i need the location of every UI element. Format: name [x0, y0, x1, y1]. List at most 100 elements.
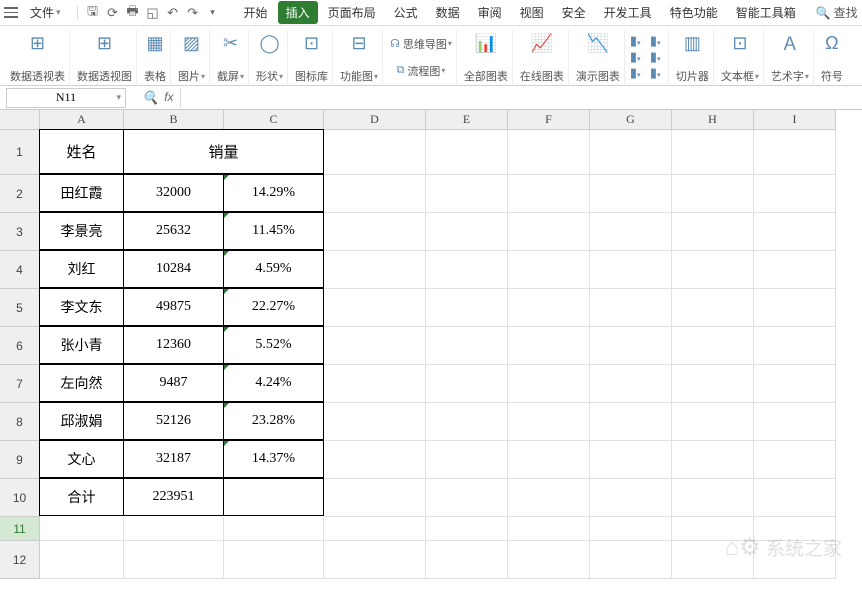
ribbon-group-mind[interactable]: ☊思维导图▾⧉流程图▾	[386, 30, 457, 84]
cell-B5[interactable]: 49875	[123, 288, 224, 326]
menu-tab-3[interactable]: 公式	[386, 1, 426, 24]
cell-empty[interactable]	[508, 130, 590, 175]
cell-C6[interactable]: 5.52%	[223, 326, 324, 364]
cell-empty[interactable]	[508, 479, 590, 517]
row-header-8[interactable]: 8	[0, 403, 40, 441]
cell-B12[interactable]	[124, 541, 224, 579]
cell-empty[interactable]	[508, 403, 590, 441]
menu-tab-0[interactable]: 开始	[236, 1, 276, 24]
row-header-6[interactable]: 6	[0, 327, 40, 365]
cell-F11[interactable]	[508, 517, 590, 541]
cell-C9[interactable]: 14.37%	[223, 440, 324, 478]
ribbon-group-table[interactable]: ▦表格	[140, 30, 171, 84]
preview-icon[interactable]: ◱	[146, 6, 160, 20]
cell-empty[interactable]	[324, 403, 426, 441]
cell-empty[interactable]	[590, 175, 672, 213]
cell-A6[interactable]: 张小青	[39, 326, 124, 364]
cell-E12[interactable]	[426, 541, 508, 579]
menu-tab-1[interactable]: 插入	[278, 1, 318, 24]
ribbon-group-chart-online[interactable]: 📈在线图表	[516, 30, 569, 84]
ribbon-group-screenshot[interactable]: ✂截屏 ▾	[213, 30, 249, 84]
row-header-3[interactable]: 3	[0, 213, 40, 251]
cell-empty[interactable]	[324, 441, 426, 479]
cell-G12[interactable]	[590, 541, 672, 579]
row-header-7[interactable]: 7	[0, 365, 40, 403]
menu-tab-9[interactable]: 特色功能	[662, 1, 726, 24]
cell-empty[interactable]	[754, 441, 836, 479]
ribbon-group-textbox[interactable]: ⊡文本框 ▾	[717, 30, 764, 84]
cell-empty[interactable]	[426, 289, 508, 327]
cell-empty[interactable]	[426, 327, 508, 365]
cell-E11[interactable]	[426, 517, 508, 541]
formula-input[interactable]	[180, 88, 862, 108]
refresh-icon[interactable]: ⟳	[106, 6, 120, 20]
cell-C11[interactable]	[224, 517, 324, 541]
col-header-H[interactable]: H	[672, 110, 754, 130]
cell-empty[interactable]	[590, 365, 672, 403]
cell-empty[interactable]	[590, 441, 672, 479]
row-header-1[interactable]: 1	[0, 130, 40, 175]
menu-tab-6[interactable]: 视图	[512, 1, 552, 24]
col-header-C[interactable]: C	[224, 110, 324, 130]
cell-empty[interactable]	[590, 213, 672, 251]
row-header-11[interactable]: 11	[0, 517, 40, 541]
cell-empty[interactable]	[508, 251, 590, 289]
cell-empty[interactable]	[508, 327, 590, 365]
undo-icon[interactable]: ↶	[166, 6, 180, 20]
cell-A12[interactable]	[40, 541, 124, 579]
col-header-D[interactable]: D	[324, 110, 426, 130]
name-box[interactable]: N11 ▾	[6, 88, 126, 108]
cell-empty[interactable]	[426, 403, 508, 441]
row-header-10[interactable]: 10	[0, 479, 40, 517]
cell-A2[interactable]: 田红霞	[39, 174, 124, 212]
cell-empty[interactable]	[324, 289, 426, 327]
ribbon-group-shapes[interactable]: ◯形状 ▾	[252, 30, 288, 84]
cell-empty[interactable]	[672, 479, 754, 517]
cell-C12[interactable]	[224, 541, 324, 579]
cell-empty[interactable]	[672, 289, 754, 327]
menu-tab-10[interactable]: 智能工具箱	[728, 1, 804, 24]
cell-empty[interactable]	[754, 130, 836, 175]
cell-empty[interactable]	[754, 251, 836, 289]
cell-B1-C1[interactable]: 销量	[123, 129, 324, 174]
col-header-A[interactable]: A	[40, 110, 124, 130]
cell-G11[interactable]	[590, 517, 672, 541]
menu-tab-7[interactable]: 安全	[554, 1, 594, 24]
cell-empty[interactable]	[754, 365, 836, 403]
cell-B11[interactable]	[124, 517, 224, 541]
cell-C3[interactable]: 11.45%	[223, 212, 324, 250]
cell-empty[interactable]	[754, 403, 836, 441]
cell-empty[interactable]	[426, 213, 508, 251]
search-button[interactable]: 🔍 查找	[816, 4, 858, 21]
cell-empty[interactable]	[426, 175, 508, 213]
menu-tab-2[interactable]: 页面布局	[320, 1, 384, 24]
ribbon-group-wordart[interactable]: Ａ艺术字 ▾	[767, 30, 814, 84]
cell-empty[interactable]	[590, 479, 672, 517]
ribbon-group-icons[interactable]: ⊡图标库	[291, 30, 333, 84]
ribbon-group-small-charts[interactable]: ▮▾▮▾▮▾▮▾▮▾▮▾	[628, 30, 669, 84]
cell-empty[interactable]	[324, 175, 426, 213]
save-icon[interactable]: 🖫	[86, 6, 100, 20]
col-header-F[interactable]: F	[508, 110, 590, 130]
cell-empty[interactable]	[590, 251, 672, 289]
select-all-corner[interactable]	[0, 110, 40, 130]
col-header-E[interactable]: E	[426, 110, 508, 130]
cell-C7[interactable]: 4.24%	[223, 364, 324, 402]
cell-empty[interactable]	[426, 441, 508, 479]
cell-empty[interactable]	[324, 327, 426, 365]
menu-tab-8[interactable]: 开发工具	[596, 1, 660, 24]
col-header-I[interactable]: I	[754, 110, 836, 130]
cell-empty[interactable]	[426, 365, 508, 403]
redo-icon[interactable]: ↷	[186, 6, 200, 20]
row-header-5[interactable]: 5	[0, 289, 40, 327]
file-menu[interactable]: 文件 ▾	[24, 2, 67, 23]
cell-empty[interactable]	[590, 327, 672, 365]
cell-empty[interactable]	[324, 213, 426, 251]
cell-A4[interactable]: 刘红	[39, 250, 124, 288]
hamburger-icon[interactable]	[4, 6, 18, 20]
cell-empty[interactable]	[508, 365, 590, 403]
cell-empty[interactable]	[672, 130, 754, 175]
cell-empty[interactable]	[672, 365, 754, 403]
cell-empty[interactable]	[590, 130, 672, 175]
ribbon-group-symbol[interactable]: Ω符号	[817, 30, 847, 84]
